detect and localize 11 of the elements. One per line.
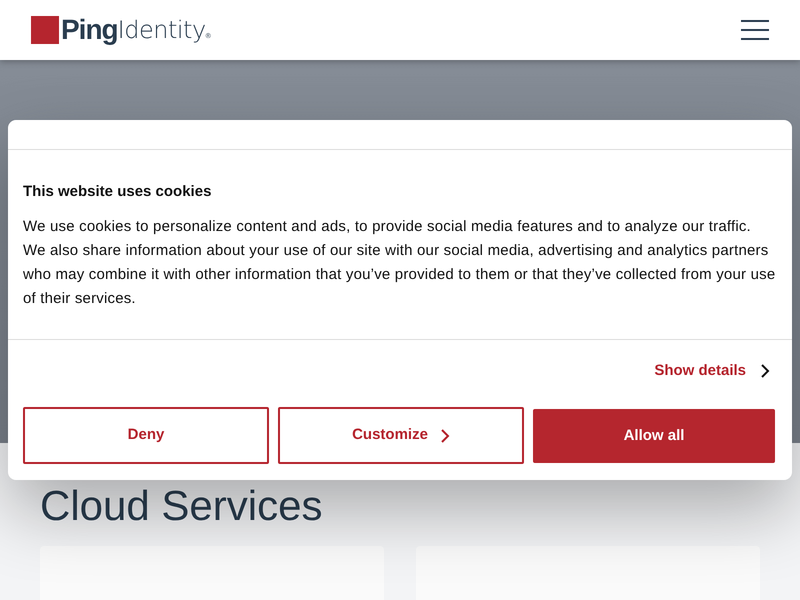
menu-icon[interactable] [741,20,769,40]
logo-square-icon [31,16,59,44]
deny-button[interactable]: Deny [23,407,269,464]
dialog-text: We use cookies to personalize content and ads, to provide social media features and to analyze our traffic. We also share information about your use of our site with our social media, advertising and analytics partners who may combine it with other information that you’ve provided to them or that they’ve collected from your use of their services. [23,216,776,308]
chevron-icon [760,362,770,379]
show-details-link[interactable]: Show details [654,360,770,382]
customize-button[interactable]: Customize [278,407,524,464]
section-heading: Cloud Services [40,481,324,531]
chevron-icon [440,428,450,444]
allow-all-button[interactable]: Allow all [533,409,775,463]
dialog-title: This website uses cookies [23,182,212,202]
